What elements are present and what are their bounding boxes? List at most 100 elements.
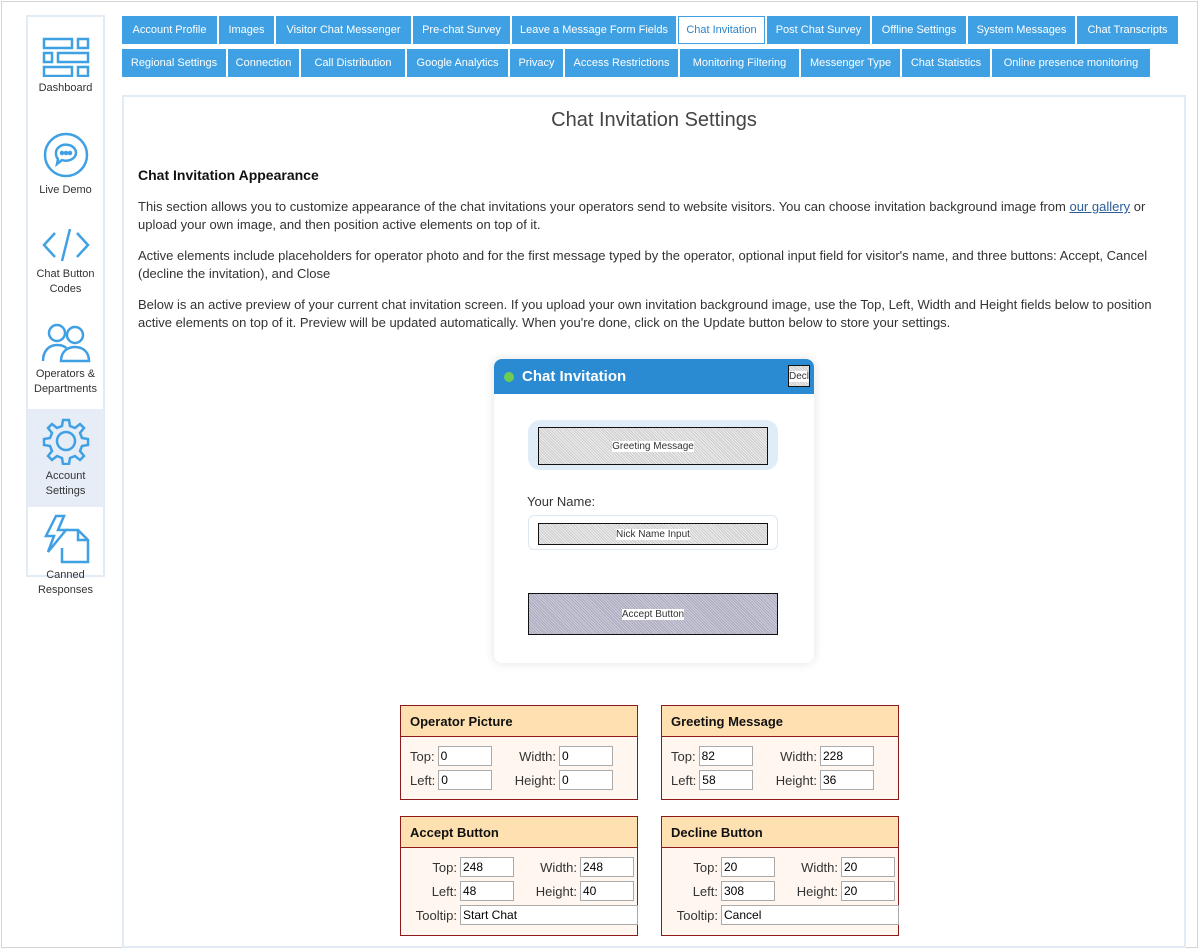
greeting-height-input[interactable] [820, 770, 874, 790]
box-title: Accept Button [401, 817, 637, 848]
tab-account-profile[interactable]: Account Profile [122, 16, 217, 44]
tab-visitor-chat-messenger[interactable]: Visitor Chat Messenger [276, 16, 411, 44]
content-panel: Chat Invitation Settings Chat Invitation… [122, 95, 1186, 948]
section-title: Chat Invitation Appearance [138, 167, 319, 183]
sidebar-item-label: Live Demo [39, 183, 92, 196]
width-label: Width: [801, 859, 838, 875]
box-title: Decline Button [662, 817, 898, 848]
top-label: Top: [671, 748, 696, 764]
operator-top-input[interactable] [437, 746, 492, 766]
accept-button-box: Accept Button Top: Width: Left: Height: … [400, 816, 638, 936]
greeting-top-input[interactable] [698, 746, 753, 766]
tab-privacy[interactable]: Privacy [510, 49, 563, 77]
preview-header: Chat Invitation [494, 359, 814, 394]
tab-system-messages[interactable]: System Messages [968, 16, 1075, 44]
status-dot-icon [504, 371, 514, 382]
your-name-label: Your Name: [527, 494, 596, 509]
gallery-link[interactable]: our gallery [1069, 199, 1130, 214]
decline-height-input[interactable] [841, 881, 895, 901]
gear-icon [42, 418, 89, 465]
decline-left-input[interactable] [721, 881, 775, 901]
dashboard-icon [42, 37, 89, 77]
greeting-width-input[interactable] [820, 746, 874, 766]
active-elements-paragraph: Active elements include placeholders for… [138, 248, 1148, 281]
left-label: Left: [692, 883, 718, 899]
tab-messenger-type[interactable]: Messenger Type [801, 49, 900, 77]
preview-header-title: Chat Invitation [522, 368, 627, 385]
height-label: Height: [796, 883, 838, 899]
accept-tooltip-input[interactable] [460, 905, 638, 925]
greeting-left-input[interactable] [699, 770, 754, 790]
height-label: Height: [514, 772, 556, 788]
tooltip-label: Tooltip: [676, 907, 718, 923]
top-label: Top: [432, 859, 457, 875]
height-label: Height: [775, 772, 817, 788]
tabs-row-2: Regional Settings Connection Call Distri… [122, 49, 1182, 77]
decline-button-placeholder[interactable]: Decl [788, 365, 810, 387]
accept-height-input[interactable] [580, 881, 634, 901]
operator-left-input[interactable] [438, 770, 493, 790]
greeting-message-box: Greeting Message Top: Width: Left: Heigh… [661, 705, 899, 800]
sidebar-item-label: Dashboard [38, 81, 93, 94]
tooltip-label: Tooltip: [415, 907, 457, 923]
sidebar-item-operators-departments[interactable]: Operators & Departments [28, 311, 103, 409]
tab-online-presence-monitoring[interactable]: Online presence monitoring [992, 49, 1150, 77]
sidebar: Dashboard Live Demo Chat Button Codes Op… [26, 15, 105, 596]
chat-invitation-preview: Chat Invitation Decl Greeting Message Yo… [494, 359, 814, 663]
accept-width-input[interactable] [580, 857, 634, 877]
sidebar-item-chat-button-codes[interactable]: Chat Button Codes [28, 213, 103, 311]
code-icon [41, 228, 90, 262]
left-label: Left: [671, 772, 697, 788]
width-label: Width: [540, 859, 577, 875]
tab-google-analytics[interactable]: Google Analytics [407, 49, 508, 77]
box-title: Operator Picture [401, 706, 637, 737]
greeting-message-placeholder: Greeting Message [538, 427, 768, 465]
nick-name-input-placeholder[interactable]: Nick Name Input [538, 523, 768, 545]
tab-monitoring-filtering[interactable]: Monitoring Filtering [680, 49, 799, 77]
accept-left-input[interactable] [460, 881, 514, 901]
users-icon [41, 323, 90, 363]
tab-pre-chat-survey[interactable]: Pre-chat Survey [413, 16, 510, 44]
intro-paragraph: This section allows you to customize app… [138, 198, 1173, 234]
operator-picture-box: Operator Picture Top: Width: Left: Heigh… [400, 705, 638, 800]
document-lightning-icon [43, 514, 89, 564]
sidebar-item-account-settings[interactable]: Account Settings [28, 409, 103, 507]
tab-post-chat-survey[interactable]: Post Chat Survey [767, 16, 870, 44]
tab-chat-statistics[interactable]: Chat Statistics [902, 49, 990, 77]
width-label: Width: [519, 748, 556, 764]
tab-access-restrictions[interactable]: Access Restrictions [565, 49, 678, 77]
decline-button-box: Decline Button Top: Width: Left: Height:… [661, 816, 899, 936]
sidebar-item-label: Canned Responses [37, 569, 94, 596]
tabs-row-1: Account Profile Images Visitor Chat Mess… [122, 16, 1182, 44]
decline-width-input[interactable] [841, 857, 895, 877]
decline-top-input[interactable] [721, 857, 775, 877]
tab-connection[interactable]: Connection [228, 49, 299, 77]
left-label: Left: [410, 772, 436, 788]
decline-tooltip-input[interactable] [721, 905, 899, 925]
sidebar-item-dashboard[interactable]: Dashboard [28, 17, 103, 115]
width-label: Width: [780, 748, 817, 764]
height-label: Height: [535, 883, 577, 899]
operator-width-input[interactable] [559, 746, 613, 766]
intro-text: This section allows you to customize app… [138, 199, 1070, 214]
accept-top-input[interactable] [460, 857, 514, 877]
tab-chat-invitation[interactable]: Chat Invitation [678, 16, 765, 44]
tab-chat-transcripts[interactable]: Chat Transcripts [1077, 16, 1178, 44]
operator-height-input[interactable] [559, 770, 613, 790]
sidebar-item-label: Account Settings [45, 470, 86, 497]
tab-offline-settings[interactable]: Offline Settings [872, 16, 966, 44]
tab-call-distribution[interactable]: Call Distribution [301, 49, 405, 77]
sidebar-item-live-demo[interactable]: Live Demo [28, 115, 103, 213]
chat-bubble-icon [43, 132, 88, 177]
page-title: Chat Invitation Settings [551, 109, 757, 131]
tab-leave-message-form-fields[interactable]: Leave a Message Form Fields [512, 16, 676, 44]
sidebar-item-canned-responses[interactable]: Canned Responses [28, 507, 103, 605]
sidebar-item-label: Chat Button Codes [36, 268, 95, 295]
accept-button-placeholder[interactable]: Accept Button [528, 593, 778, 635]
top-label: Top: [693, 859, 718, 875]
tab-regional-settings[interactable]: Regional Settings [122, 49, 226, 77]
tab-images[interactable]: Images [219, 16, 274, 44]
top-label: Top: [410, 748, 435, 764]
preview-paragraph: Below is an active preview of your curre… [138, 297, 1152, 330]
box-title: Greeting Message [662, 706, 898, 737]
